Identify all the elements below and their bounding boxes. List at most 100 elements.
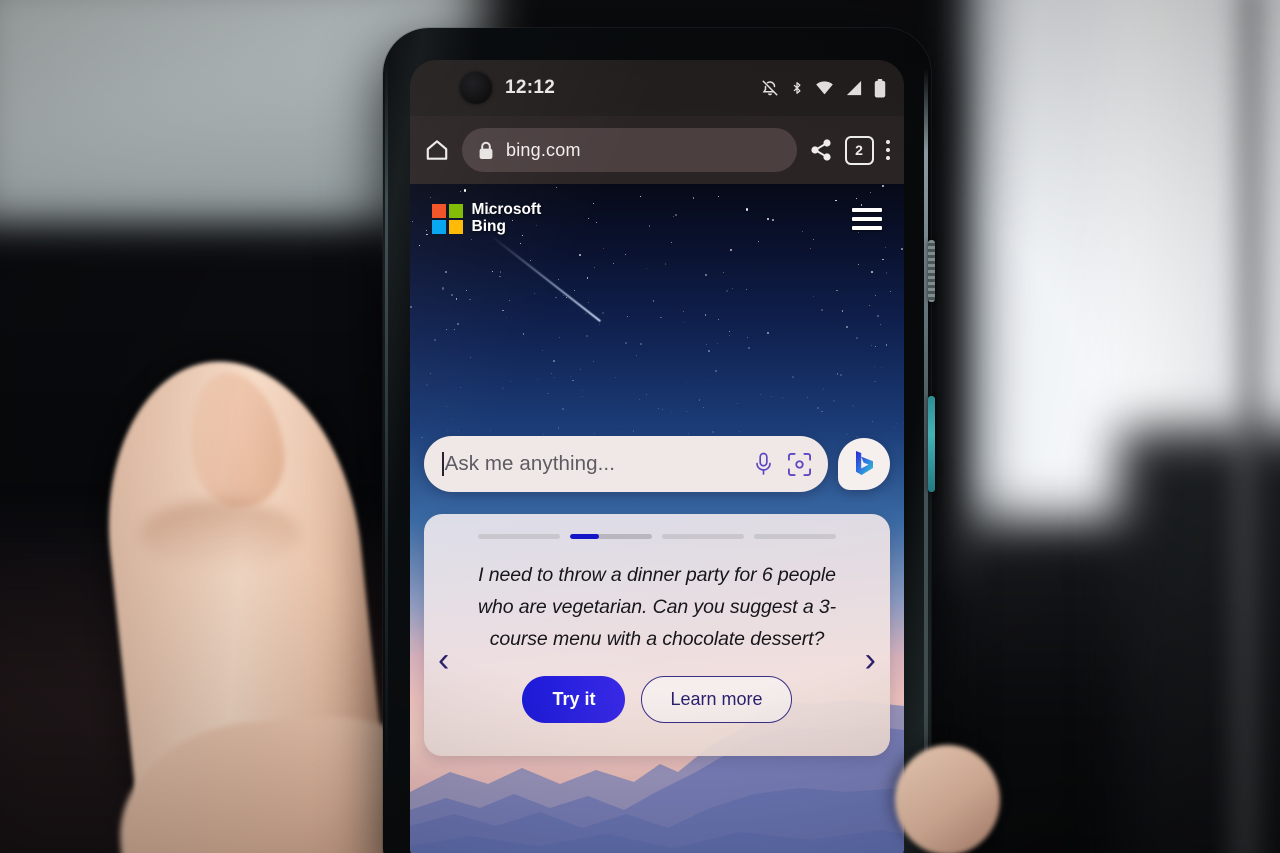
wallpaper-star [851,404,854,407]
microsoft-bing-logo[interactable]: Microsoft Bing [432,202,541,235]
wallpaper-star [714,369,717,372]
wallpaper-star [665,263,667,265]
url-address-bar[interactable]: bing.com [462,128,797,172]
visual-search-camera-icon[interactable] [787,452,812,477]
wallpaper-star [895,423,897,424]
carousel-progress-bars[interactable] [424,514,890,539]
wallpaper-star [658,408,660,410]
bing-chat-bubble-icon[interactable] [838,438,890,490]
status-bar-icons [761,78,886,98]
cellular-signal-icon [845,80,863,96]
wallpaper-star [425,384,428,386]
volume-rocker-button[interactable] [928,396,935,492]
wallpaper-star [709,379,711,381]
wallpaper-star [450,418,452,420]
wallpaper-star [594,432,596,434]
wallpaper-star [902,421,904,423]
bing-site-header: Microsoft Bing [410,184,904,254]
wallpaper-star [732,287,734,289]
wallpaper-star [499,275,501,278]
wallpaper-star [660,316,662,319]
wallpaper-star [821,411,823,413]
wallpaper-star [574,290,576,292]
url-text: bing.com [506,139,581,160]
wallpaper-star [441,287,444,290]
wallpaper-star [747,347,750,350]
suggestion-carousel-card: ‹ › I need to throw a dinner party for 6… [424,514,890,756]
wallpaper-star [558,336,561,338]
wallpaper-star [569,375,572,378]
wallpaper-star [586,276,589,279]
wallpaper-star [509,380,511,382]
wallpaper-star [845,325,848,328]
wallpaper-star [450,294,453,297]
wallpaper-star [509,299,511,301]
carousel-progress-segment-3[interactable] [662,534,744,539]
front-camera-punch-hole [460,72,492,104]
wallpaper-star [534,292,536,294]
hamburger-menu-icon[interactable] [852,208,882,230]
learn-more-button[interactable]: Learn more [641,675,792,723]
wallpaper-star [522,333,525,335]
microphone-icon[interactable] [753,451,774,477]
wallpaper-star [792,376,795,378]
suggested-prompt-text: I need to throw a dinner party for 6 peo… [477,564,837,651]
wallpaper-star [746,337,748,339]
wallpaper-star [702,407,704,409]
share-icon[interactable] [809,138,833,162]
power-button[interactable] [928,240,935,302]
wallpaper-star [813,296,815,298]
chevron-left-icon[interactable]: ‹ [438,643,449,677]
wallpaper-star [572,379,574,381]
wallpaper-star [875,294,877,297]
wallpaper-star [536,378,538,380]
carousel-progress-segment-4[interactable] [754,534,836,539]
chevron-right-icon[interactable]: › [865,643,876,677]
wallpaper-star [759,394,761,395]
kebab-menu-icon[interactable] [885,139,890,161]
wallpaper-star [469,357,471,359]
brand-line-microsoft: Microsoft [471,201,542,219]
wallpaper-star [686,382,688,384]
hand-thumb-knuckle [140,500,300,570]
wallpaper-star [688,433,690,434]
wallpaper-star [460,387,461,389]
wallpaper-star [546,392,549,395]
wallpaper-star [781,397,784,399]
wallpaper-star [454,329,456,330]
battery-icon [874,78,886,98]
smartphone-device: 12:12 bing.com 2 Microsoft Bing Ask me a… [383,28,935,853]
wallpaper-star [857,263,860,266]
wallpaper-star [625,342,628,344]
wallpaper-star [457,431,459,432]
wallpaper-star [745,289,747,291]
home-icon[interactable] [424,137,450,163]
bing-wordmark: Microsoft Bing [472,202,542,235]
wallpaper-star [613,262,614,264]
tab-count-button[interactable]: 2 [844,135,874,165]
wallpaper-star [807,396,808,398]
wifi-icon [815,80,834,96]
wallpaper-star [885,344,888,346]
carousel-body: ‹ › I need to throw a dinner party for 6… [424,559,890,723]
wallpaper-star [871,270,874,273]
wallpaper-star [873,365,875,367]
wallpaper-star [704,273,707,276]
lock-icon [478,141,494,160]
wallpaper-star [586,335,589,338]
wallpaper-star [836,289,838,292]
wallpaper-star [683,311,685,313]
wallpaper-star [581,396,583,398]
wallpaper-star [877,314,880,317]
wallpaper-star [502,309,504,312]
carousel-progress-fill [570,534,599,539]
search-input[interactable]: Ask me anything... [424,436,828,492]
try-it-button[interactable]: Try it [522,675,626,723]
wallpaper-star [686,411,688,413]
wallpaper-star [882,259,884,261]
carousel-progress-segment-2[interactable] [570,534,652,539]
wallpaper-star [587,301,590,304]
wallpaper-star [661,408,663,410]
carousel-progress-segment-1[interactable] [478,534,560,539]
wallpaper-star [704,314,707,316]
